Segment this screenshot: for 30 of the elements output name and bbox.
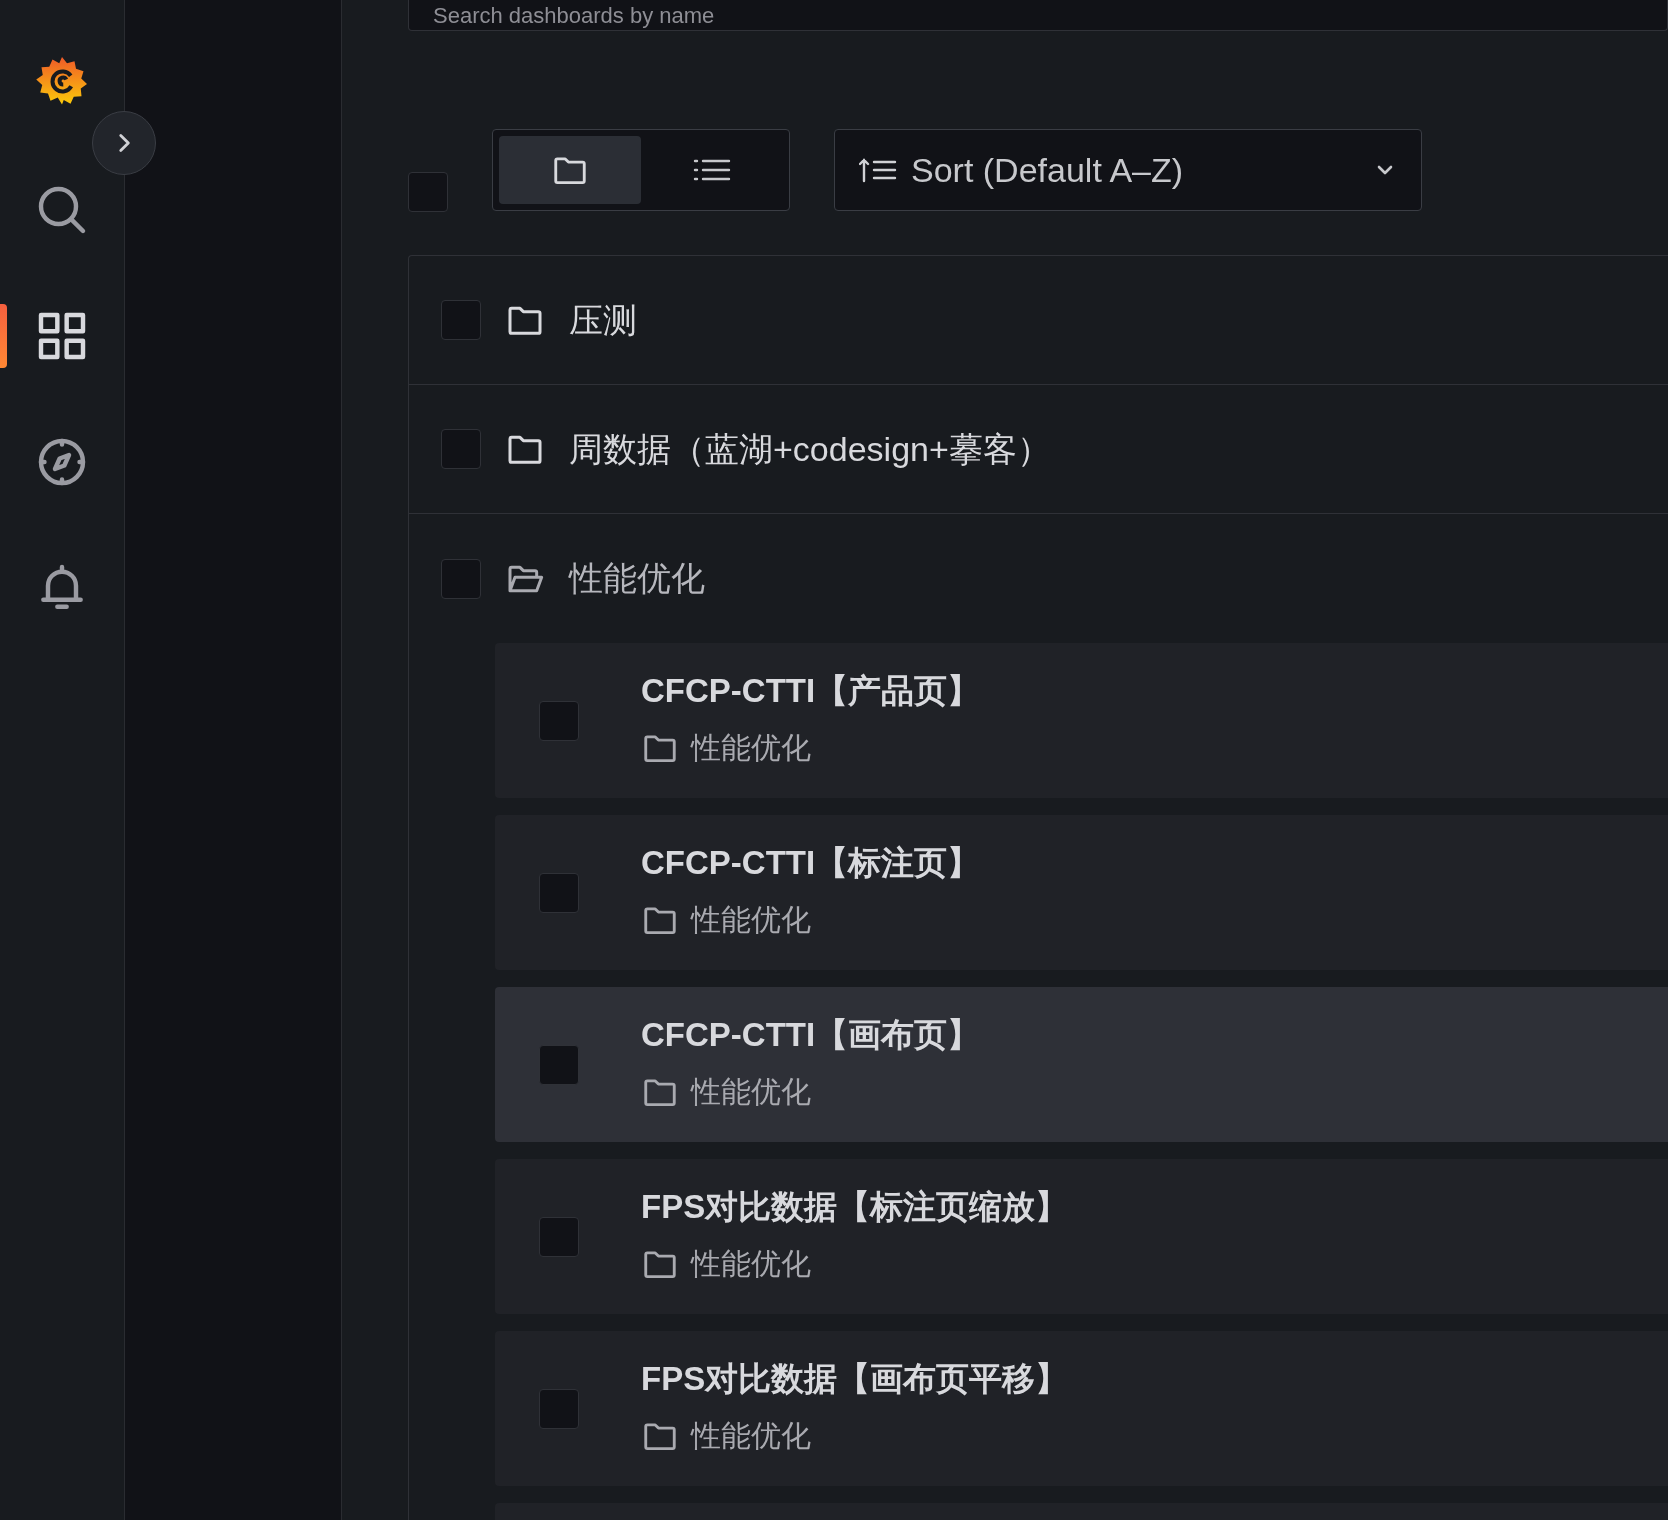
dashboard-card[interactable]: CFCP-CTTI【画布页】 性能优化 [495,987,1668,1142]
folder-view-tab[interactable] [499,136,641,204]
folder-tag: 性能优化 [691,1413,811,1458]
folder-tag: 性能优化 [691,1241,811,1286]
folder-name[interactable]: 性能优化 [569,553,705,604]
checkbox[interactable] [539,700,579,741]
dashboard-title: CFCP-CTTI【画布页】 [641,1015,981,1055]
dashboard-card[interactable]: CFCP-CTTI【标注页】 性能优化 [495,815,1668,970]
checkbox[interactable] [408,172,448,212]
folder-tag: 性能优化 [691,897,811,942]
dashboard-card[interactable]: FPS对比数据【画布页平移】 性能优化 [495,1331,1668,1486]
checkbox[interactable] [539,1388,579,1429]
checkbox[interactable] [539,1216,579,1257]
folder-name[interactable]: 周数据（蓝湖+codesign+摹客） [569,423,1051,475]
search-field[interactable]: Search dashboards by name [408,0,1668,31]
checkbox[interactable] [441,300,481,340]
dashboard-title: CFCP-CTTI【标注页】 [641,843,981,883]
checkbox[interactable] [539,872,579,913]
folder-tag: 性能优化 [691,725,811,770]
folder-tag: 性能优化 [691,1069,811,1114]
checkbox[interactable] [441,429,481,469]
dashboard-title: CFCP-CTTI【产品页】 [641,671,981,711]
dashboard-card[interactable]: FPS对比数据【标注页缩放】 性能优化 [495,1159,1668,1314]
sort-dropdown[interactable]: Sort (Default A–Z) [834,129,1422,211]
folder-name[interactable]: 压测 [569,294,637,346]
checkbox[interactable] [441,558,481,599]
dashboard-title: FPS对比数据【标注页缩放】 [641,1187,1069,1227]
dashboard-title: FPS对比数据【画布页平移】 [641,1359,1069,1399]
checkbox[interactable] [539,1044,579,1085]
dashboard-card[interactable]: CFCP-CTTI【产品页】 性能优化 [495,643,1668,798]
